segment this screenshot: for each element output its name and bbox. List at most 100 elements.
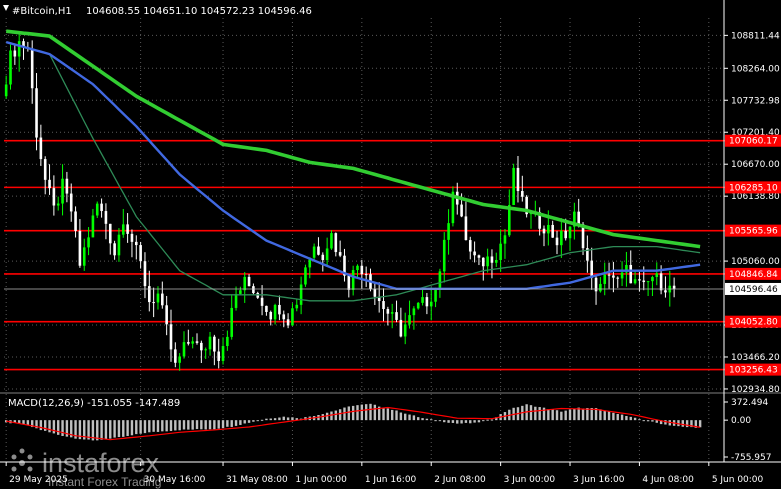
candle-body xyxy=(295,304,299,309)
macd-histogram-bar xyxy=(351,405,355,421)
candle-body xyxy=(169,324,173,350)
candle-body xyxy=(104,211,108,224)
candle-body xyxy=(338,252,342,256)
candle-body xyxy=(620,272,624,279)
candle-body xyxy=(564,230,567,239)
candle-body xyxy=(629,264,633,284)
macd-histogram-bar xyxy=(469,420,472,424)
macd-histogram-bar xyxy=(221,420,225,429)
macd-histogram-bar xyxy=(338,409,342,421)
candle-body xyxy=(152,302,155,304)
candle-body xyxy=(612,275,615,278)
candle-body xyxy=(607,274,611,276)
macd-histogram-bar xyxy=(603,410,606,421)
candle-body xyxy=(494,259,498,263)
candle-body xyxy=(468,240,472,252)
candle-body xyxy=(599,283,602,292)
grid-layer xyxy=(4,18,724,461)
candle-body xyxy=(395,312,398,320)
macd-histogram-bar xyxy=(291,417,294,421)
candle-body xyxy=(230,307,234,337)
price-tick-label: 108264.00 xyxy=(731,64,780,74)
macd-tick-label: 372.494 xyxy=(731,398,768,408)
symbol-label: #Bitcoin,H1 xyxy=(12,6,72,17)
candle-body xyxy=(165,305,168,325)
candle-body xyxy=(48,179,51,189)
candle-body xyxy=(100,203,103,212)
candle-body xyxy=(638,279,641,281)
candle-body xyxy=(252,286,255,294)
macd-histogram-bar xyxy=(573,408,576,421)
instaforex-logo-icon xyxy=(11,448,33,472)
macd-histogram-bar xyxy=(625,415,628,421)
macd-histogram-bar xyxy=(286,417,290,421)
moving-average-line-ma_fast xyxy=(6,41,701,302)
candle-body xyxy=(672,285,676,289)
macd-histogram-bar xyxy=(330,411,333,421)
candle-body xyxy=(364,274,368,276)
candle-body xyxy=(490,256,494,263)
macd-histogram-bar xyxy=(178,420,181,431)
candle-body xyxy=(412,308,416,316)
macd-histogram-bar xyxy=(347,406,351,421)
macd-histogram-bar xyxy=(612,412,615,421)
macd-histogram-bar xyxy=(96,420,99,441)
macd-histogram-bar xyxy=(334,410,338,421)
price-tick-label: 106138.80 xyxy=(731,192,780,202)
candle-body xyxy=(434,288,437,302)
macd-histogram-bar xyxy=(182,420,186,430)
candle-body xyxy=(130,233,134,242)
macd-histogram-bar xyxy=(230,420,233,427)
macd-histogram-bar xyxy=(417,417,420,421)
candle-body xyxy=(486,256,489,267)
price-tick-label: 102934.80 xyxy=(731,385,780,395)
macd-histogram-bar xyxy=(560,411,563,421)
macd-histogram-bar xyxy=(148,420,151,433)
candle-body xyxy=(403,324,407,337)
candle-body xyxy=(221,346,225,361)
macd-histogram-bar xyxy=(408,414,411,421)
macd-histogram-bar xyxy=(529,405,533,421)
candle-body xyxy=(542,228,546,234)
macd-histogram-bar xyxy=(187,420,190,430)
candle-body xyxy=(82,247,86,266)
macd-histogram-bar xyxy=(698,420,702,428)
macd-label: MACD(12,26,9) -151.055 -147.489 xyxy=(8,398,180,409)
macd-histogram-bar xyxy=(681,420,684,427)
macd-histogram-bar xyxy=(629,416,632,421)
macd-histogram-bar xyxy=(564,410,567,421)
candle-body xyxy=(516,167,520,192)
macd-histogram-bar xyxy=(430,419,433,421)
macd-histogram-bar xyxy=(390,409,394,421)
candle-body xyxy=(603,274,607,284)
macd-histogram-bar xyxy=(252,420,255,422)
macd-histogram-bar xyxy=(22,420,25,425)
candle-body xyxy=(317,246,320,255)
macd-histogram-bar xyxy=(443,420,446,423)
collapse-triangle-icon[interactable] xyxy=(3,5,9,11)
candle-body xyxy=(642,280,646,283)
macd-histogram-bar xyxy=(226,420,229,427)
candle-body xyxy=(347,275,351,290)
candle-body xyxy=(143,261,147,287)
time-tick-label: 1 Jun 16:00 xyxy=(365,475,417,485)
watermark-tagline: Instant Forex Trading xyxy=(48,475,161,489)
candle-body xyxy=(239,290,242,294)
macd-histogram-bar xyxy=(685,420,689,428)
candle-body xyxy=(226,336,229,347)
macd-histogram-bar xyxy=(243,420,246,424)
level-price-label: 105565.96 xyxy=(729,227,778,237)
candle-body xyxy=(17,41,21,57)
macd-histogram-bar xyxy=(399,412,403,421)
time-tick-label: 4 Jun 08:00 xyxy=(642,475,694,485)
candle-body xyxy=(312,246,316,258)
macd-histogram-bar xyxy=(607,410,611,421)
candle-body xyxy=(204,349,207,351)
candle-body xyxy=(551,224,554,238)
macd-histogram-bar xyxy=(447,420,450,423)
candle-body xyxy=(9,50,12,85)
candle-body xyxy=(373,289,377,297)
moving-average-line-ma_slow xyxy=(5,29,701,249)
time-tick-label: 3 Jun 16:00 xyxy=(573,475,625,485)
candle-body xyxy=(321,254,325,261)
